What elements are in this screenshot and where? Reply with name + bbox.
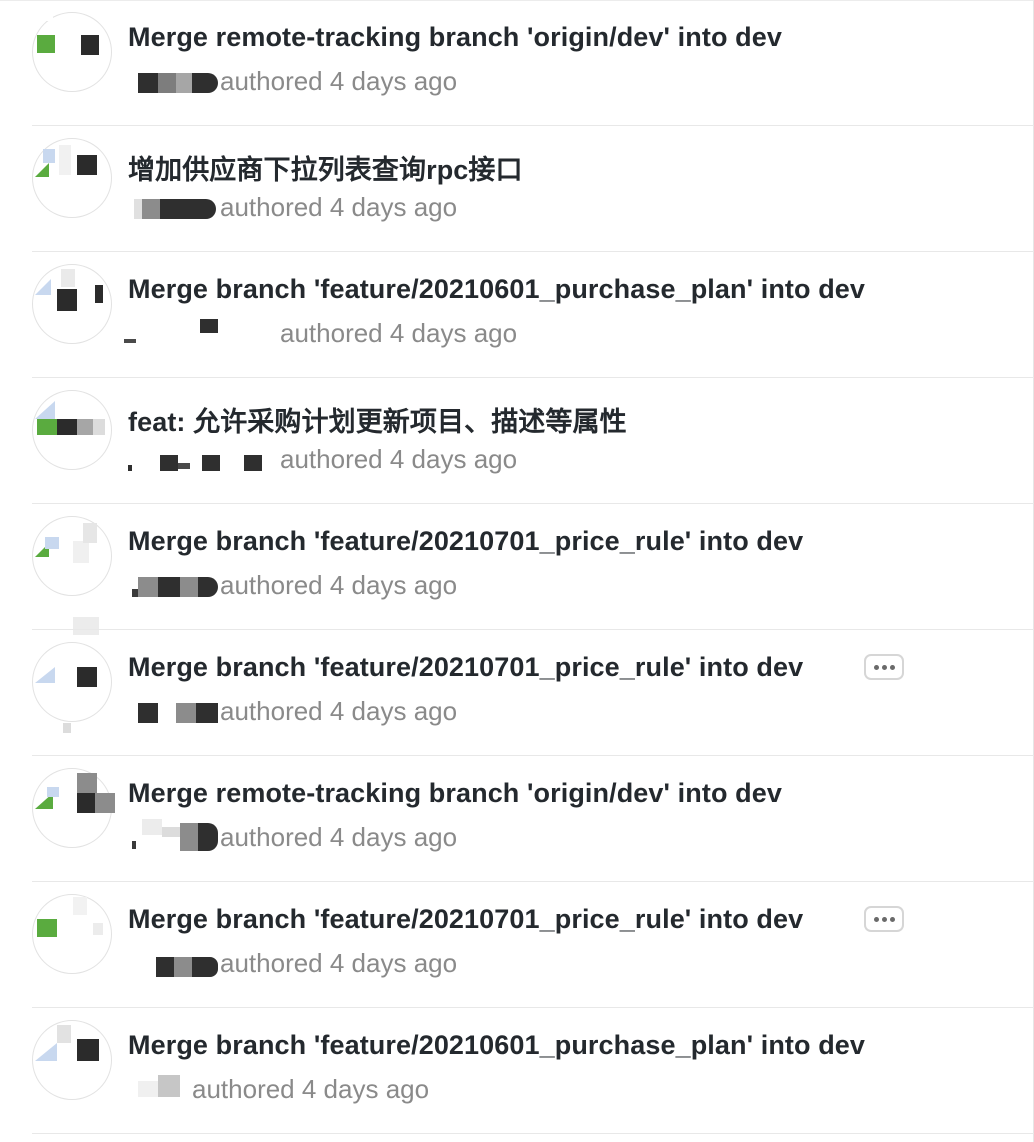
author-avatar[interactable]	[32, 642, 112, 733]
redacted-author-name[interactable]	[132, 949, 220, 979]
commit-message[interactable]: 增加供应商下拉列表查询rpc接口	[128, 148, 523, 187]
commit-meta: authored 4 days ago	[132, 948, 457, 982]
commit-authored-time: authored 4 days ago	[280, 318, 518, 348]
commit-item: Merge branch 'feature/20210701_price_rul…	[32, 882, 1034, 1008]
commit-authored-time: authored 4 days ago	[220, 570, 458, 600]
author-avatar[interactable]	[32, 390, 112, 470]
commit-authored-time: authored 4 days ago	[220, 66, 458, 96]
author-avatar[interactable]	[32, 138, 112, 218]
redacted-author-name[interactable]	[132, 67, 220, 97]
commit-meta: authored 4 days ago	[132, 818, 458, 856]
commit-item: Merge branch 'feature/20210601_purchase_…	[32, 1008, 1034, 1134]
commit-authored-time: authored 4 days ago	[192, 1074, 430, 1104]
commit-item: Merge branch 'feature/20210601_purchase_…	[32, 252, 1034, 378]
commit-message[interactable]: Merge branch 'feature/20210601_purchase_…	[128, 274, 865, 305]
commit-message[interactable]: Merge branch 'feature/20210701_price_rul…	[128, 652, 803, 683]
redacted-author-name[interactable]	[132, 571, 220, 601]
commit-message[interactable]: Merge branch 'feature/20210701_price_rul…	[128, 526, 803, 557]
commit-message[interactable]: Merge branch 'feature/20210701_price_rul…	[128, 904, 803, 935]
commit-item: 增加供应商下拉列表查询rpc接口 authored 4 days ago	[32, 126, 1034, 252]
commit-message[interactable]: Merge branch 'feature/20210601_purchase_…	[128, 1030, 865, 1061]
commit-list: Merge remote-tracking branch 'origin/dev…	[0, 0, 1034, 1142]
ellipsis-icon	[873, 916, 879, 922]
redacted-author-name[interactable]	[128, 445, 280, 475]
commit-meta: authored 4 days ago	[132, 696, 457, 730]
redacted-author-name[interactable]	[124, 318, 280, 349]
commit-item: Merge remote-tracking branch 'origin/dev…	[32, 0, 1034, 126]
commit-meta: authored 4 days ago	[132, 192, 457, 226]
author-avatar[interactable]	[32, 1, 112, 92]
commit-message[interactable]: feat: 允许采购计划更新项目、描述等属性	[128, 400, 627, 439]
ellipsis-icon	[873, 664, 879, 670]
commit-item: Merge branch 'feature/20210701_price_rul…	[32, 630, 1034, 756]
redacted-author-name[interactable]	[132, 1074, 192, 1105]
commit-item: feat: 允许采购计划更新项目、描述等属性 authored 4 days a…	[32, 378, 1034, 504]
commit-meta: authored 4 days ago	[128, 444, 518, 478]
commit-authored-time: authored 4 days ago	[220, 192, 458, 222]
commit-message[interactable]: Merge remote-tracking branch 'origin/dev…	[128, 22, 782, 53]
commit-authored-time: authored 4 days ago	[220, 822, 458, 852]
commit-authored-time: authored 4 days ago	[280, 444, 518, 474]
author-avatar[interactable]	[32, 1020, 112, 1100]
author-avatar[interactable]	[32, 894, 112, 974]
commit-item: Merge remote-tracking branch 'origin/dev…	[32, 756, 1034, 882]
commit-item: Merge branch 'feature/20210701_price_rul…	[32, 504, 1034, 635]
redacted-author-name[interactable]	[132, 818, 220, 853]
more-options-button[interactable]	[864, 654, 904, 680]
commit-meta: authored 4 days ago	[132, 66, 457, 100]
row-divider	[32, 1133, 1034, 1134]
redacted-author-name[interactable]	[132, 697, 220, 727]
author-avatar[interactable]	[32, 516, 112, 635]
commit-message[interactable]: Merge remote-tracking branch 'origin/dev…	[128, 778, 782, 809]
more-options-button[interactable]	[864, 906, 904, 932]
commit-meta: authored 4 days ago	[132, 1074, 429, 1108]
author-avatar[interactable]	[32, 768, 115, 848]
commit-authored-time: authored 4 days ago	[220, 948, 458, 978]
commit-meta: authored 4 days ago	[124, 318, 518, 352]
author-avatar[interactable]	[32, 264, 112, 344]
redacted-author-name[interactable]	[132, 193, 220, 223]
commit-meta: authored 4 days ago	[132, 570, 457, 604]
commit-authored-time: authored 4 days ago	[220, 696, 458, 726]
